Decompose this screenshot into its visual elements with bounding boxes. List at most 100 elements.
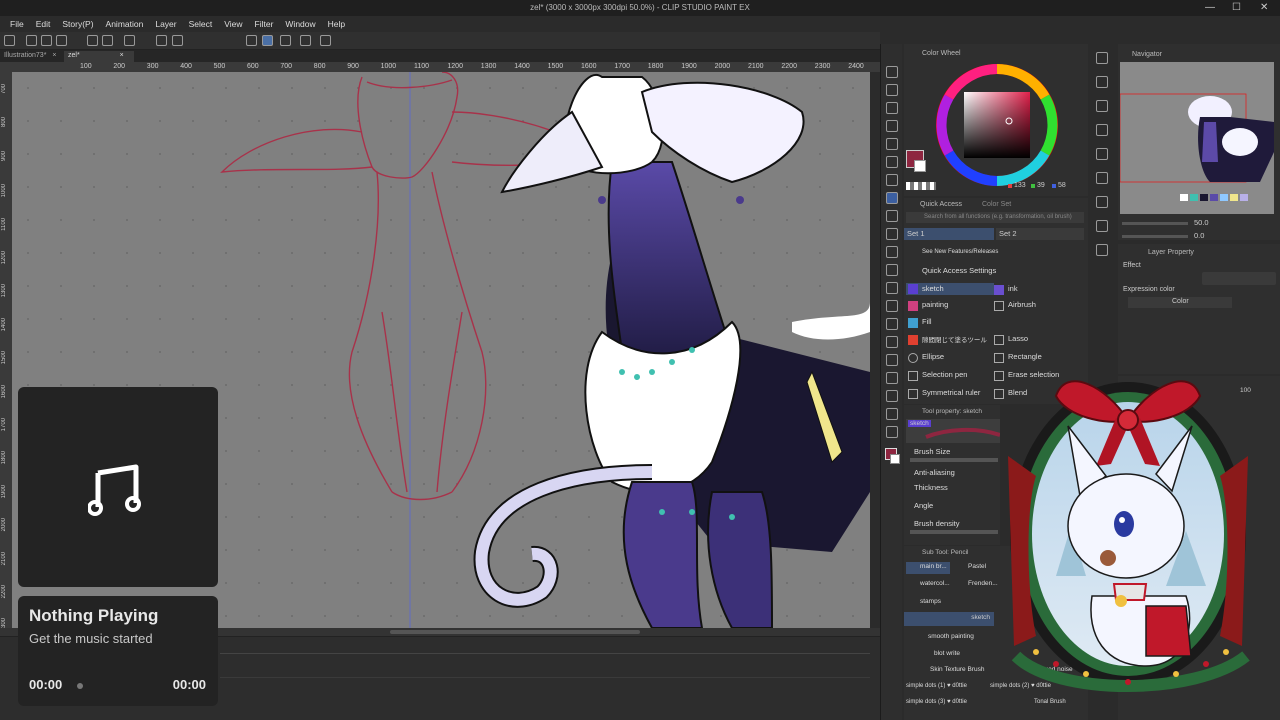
redo-icon[interactable] (102, 35, 113, 46)
new-file-icon[interactable] (26, 35, 37, 46)
sub-view-dock-icon[interactable] (1096, 76, 1108, 88)
menu-animation[interactable]: Animation (100, 19, 150, 29)
effect-buttons[interactable] (1202, 272, 1276, 285)
figure-tool-icon[interactable] (886, 354, 898, 366)
fill-tool-icon[interactable] (886, 318, 898, 330)
grid-toggle-icon[interactable] (320, 35, 331, 46)
menu-edit[interactable]: Edit (30, 19, 57, 29)
tab-illustration73[interactable]: Illustration73* × (0, 51, 62, 62)
transform-icon[interactable] (172, 35, 183, 46)
sub-color-swatch[interactable] (914, 160, 926, 172)
brush-size-slider[interactable] (910, 458, 998, 462)
group-stamps[interactable]: stamps (920, 598, 941, 605)
selection-tool-icon[interactable] (886, 138, 898, 150)
save-icon[interactable] (56, 35, 67, 46)
menu-view[interactable]: View (218, 19, 248, 29)
tab-zel[interactable]: zel* × (64, 51, 134, 62)
close-button[interactable]: ✕ (1260, 2, 1268, 13)
group-frenden[interactable]: Frenden... (968, 580, 998, 587)
blend-tool-icon[interactable] (886, 300, 898, 312)
layer-search-dock-icon[interactable] (1096, 124, 1108, 136)
menu-help[interactable]: Help (322, 19, 351, 29)
auto-select-icon[interactable] (886, 156, 898, 168)
operation-tool-icon[interactable] (886, 102, 898, 114)
move-layer-icon[interactable] (886, 120, 898, 132)
open-file-icon[interactable] (41, 35, 52, 46)
frame-tool-icon[interactable] (886, 372, 898, 384)
clear-icon[interactable] (124, 35, 135, 46)
qa-item-symmetrical-ruler[interactable]: Symmetrical ruler (922, 388, 980, 397)
group-main-brush[interactable]: main br... (906, 562, 950, 574)
text-tool-icon[interactable] (886, 408, 898, 420)
qa-item-selection-pen[interactable]: Selection pen (922, 370, 967, 379)
qa-item-ink[interactable]: ink (1008, 284, 1018, 293)
set2-tab[interactable]: Set 2 (996, 228, 1084, 240)
ruler-tool-icon[interactable] (886, 390, 898, 402)
history-dock-icon[interactable] (1096, 172, 1108, 184)
animation-cels-dock-icon[interactable] (1096, 148, 1108, 160)
color-wheel[interactable] (934, 62, 1060, 188)
navigator-dock-icon[interactable] (1096, 52, 1108, 64)
group-watercolor[interactable]: watercol... (920, 580, 950, 587)
transparent-color-icon[interactable] (906, 182, 936, 190)
sub-color-swatch[interactable] (890, 454, 900, 464)
balloon-tool-icon[interactable] (886, 426, 898, 438)
layer-property-dock-icon[interactable] (1096, 220, 1108, 232)
see-new-features[interactable]: See New Features/Releases (922, 249, 998, 255)
menu-layer[interactable]: Layer (149, 19, 182, 29)
quick-access-settings[interactable]: Quick Access Settings (922, 266, 996, 275)
ruler-toggle-icon[interactable] (300, 35, 311, 46)
tab-close-icon[interactable]: × (52, 52, 56, 59)
fill-icon[interactable] (156, 35, 167, 46)
brush-simple-dots-3[interactable]: simple dots (3) ♥ d0ttie (906, 699, 967, 705)
zoom-slider[interactable] (1122, 222, 1188, 225)
pencil-tool-icon[interactable] (886, 210, 898, 222)
auto-action-dock-icon[interactable] (1096, 244, 1108, 256)
expression-color-select[interactable]: Color (1128, 297, 1232, 308)
progress-handle[interactable] (77, 683, 83, 689)
maximize-button[interactable]: ☐ (1232, 2, 1241, 13)
brush-simple-dots-1[interactable]: simple dots (1) ♥ d0ttie (906, 683, 967, 689)
snap-ruler-icon[interactable] (246, 35, 257, 46)
eraser-tool-icon[interactable] (886, 282, 898, 294)
brush-sketch-row[interactable]: sketch (904, 612, 994, 626)
menu-file[interactable]: File (4, 19, 30, 29)
color-set-tab[interactable]: Color Set (982, 201, 1011, 208)
rotate-value[interactable]: 0.0 (1194, 231, 1204, 240)
scroll-thumb[interactable] (390, 630, 640, 634)
qa-item-painting[interactable]: painting (922, 300, 948, 309)
snap-special-ruler-icon[interactable] (262, 35, 273, 46)
brush-tonal[interactable]: Tonal Brush (1034, 699, 1066, 705)
brush-smooth-painting[interactable]: smooth painting (928, 633, 974, 640)
qa-item-sketch[interactable]: sketch (906, 283, 994, 295)
eyedropper-icon[interactable] (886, 174, 898, 186)
qa-item-fill[interactable]: Fill (922, 317, 932, 326)
item-bank-dock-icon[interactable] (1096, 100, 1108, 112)
group-pastel[interactable]: Pastel (968, 563, 986, 570)
clip-studio-icon[interactable] (4, 35, 15, 46)
menu-filter[interactable]: Filter (249, 19, 280, 29)
tab-close-icon[interactable]: × (120, 52, 124, 59)
hand-tool-icon[interactable] (886, 84, 898, 96)
gradient-tool-icon[interactable] (886, 336, 898, 348)
brush-blot-write[interactable]: blot write (934, 650, 960, 657)
airbrush-tool-icon[interactable] (886, 246, 898, 258)
qa-item-airbrush[interactable]: Airbrush (1008, 300, 1036, 309)
decoration-tool-icon[interactable] (886, 264, 898, 276)
rotate-slider[interactable] (1122, 235, 1188, 238)
pen-tool-icon[interactable] (886, 192, 898, 204)
qa-item-lasso[interactable]: Lasso (1008, 334, 1028, 343)
minimize-button[interactable]: — (1205, 2, 1215, 13)
qa-item-close-gap-fill[interactable]: 隙間閉じて塗るツール (922, 334, 987, 344)
zoom-value[interactable]: 50.0 (1194, 218, 1209, 227)
undo-icon[interactable] (87, 35, 98, 46)
navigator-preview[interactable] (1119, 62, 1274, 214)
zoom-tool-icon[interactable] (886, 66, 898, 78)
brush-tool-icon[interactable] (886, 228, 898, 240)
menu-select[interactable]: Select (183, 19, 219, 29)
set1-tab[interactable]: Set 1 (904, 228, 994, 240)
quick-access-search[interactable]: Search from all functions (e.g. transfor… (906, 212, 1084, 223)
snap-grid-icon[interactable] (280, 35, 291, 46)
brush-skin-texture[interactable]: Skin Texture Brush (930, 666, 984, 673)
brush-density-slider[interactable] (910, 530, 998, 534)
